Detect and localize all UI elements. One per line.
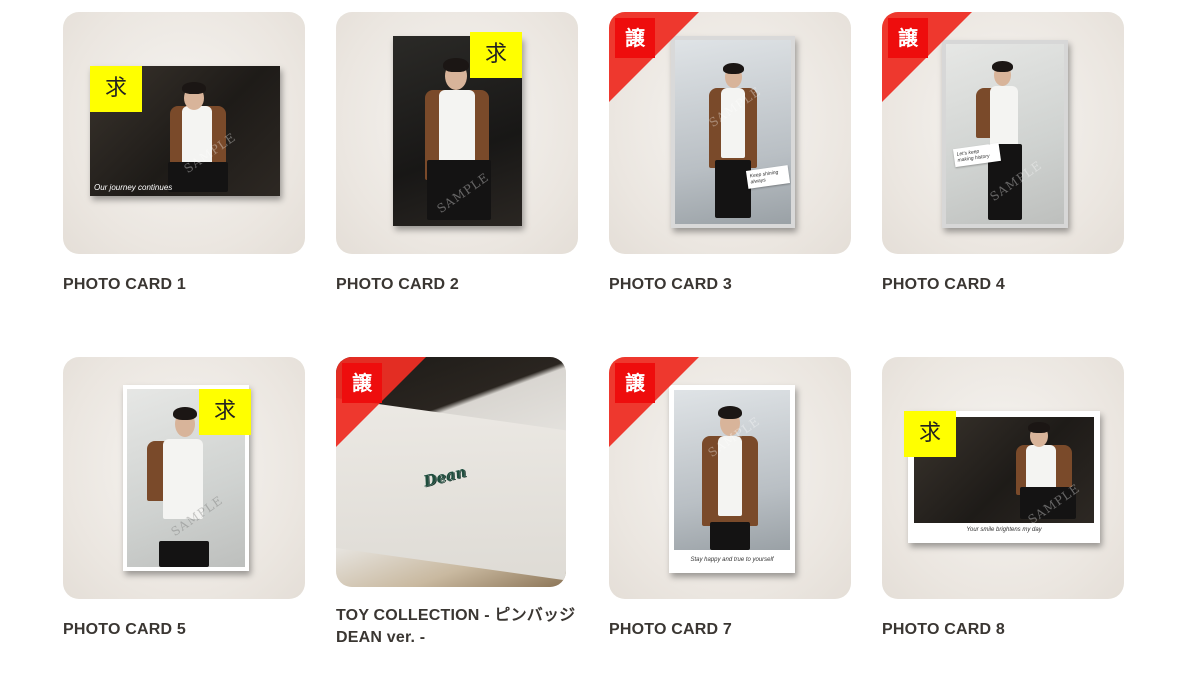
product-title[interactable]: PHOTO CARD 3 (609, 274, 851, 296)
product-title[interactable]: PHOTO CARD 5 (63, 619, 305, 641)
product-title[interactable]: PHOTO CARD 8 (882, 619, 1124, 641)
product-title[interactable]: PHOTO CARD 4 (882, 274, 1124, 296)
product-image[interactable]: SAMPLE Stay happy and true to yourself 譲 (609, 357, 851, 599)
product-title[interactable]: TOY COLLECTION - ピンバッジ DEAN ver. - (336, 605, 578, 649)
product-image[interactable]: SAMPLE 求 (336, 12, 578, 254)
product-card[interactable]: SAMPLE Stay happy and true to yourself 譲… (609, 357, 851, 641)
want-badge[interactable]: 求 (470, 32, 522, 78)
product-image[interactable]: Keep shining always SAMPLE 譲 (609, 12, 851, 254)
product-title[interactable]: PHOTO CARD 7 (609, 619, 851, 641)
want-badge[interactable]: 求 (904, 411, 956, 457)
want-badge[interactable]: 求 (90, 66, 142, 112)
product-image[interactable]: Dean 譲 (336, 357, 566, 587)
give-badge[interactable]: 譲 (615, 18, 655, 58)
card-caption: Stay happy and true to yourself (690, 557, 774, 563)
product-image[interactable]: SAMPLE Your smile brightens my day 求 (882, 357, 1124, 599)
product-card[interactable]: Dean 譲 TOY COLLECTION - ピンバッジ DEAN ver. … (336, 357, 578, 649)
product-card[interactable]: Keep shining always SAMPLE 譲 PHOTO CARD … (609, 12, 851, 296)
product-card[interactable]: SAMPLE 求 PHOTO CARD 5 (63, 357, 305, 641)
product-image[interactable]: SAMPLE Our journey continues 求 (63, 12, 305, 254)
card-caption: Your smile brightens my day (966, 527, 1042, 533)
give-badge[interactable]: 譲 (342, 363, 382, 403)
product-card[interactable]: SAMPLE Your smile brightens my day 求 PHO… (882, 357, 1124, 641)
give-badge[interactable]: 譲 (888, 18, 928, 58)
product-image[interactable]: SAMPLE 求 (63, 357, 305, 599)
product-title[interactable]: PHOTO CARD 1 (63, 274, 305, 296)
product-card[interactable]: Let's keep making history SAMPLE 譲 PHOTO… (882, 12, 1124, 296)
product-title[interactable]: PHOTO CARD 2 (336, 274, 578, 296)
product-card[interactable]: SAMPLE Our journey continues 求 PHOTO CAR… (63, 12, 305, 296)
give-badge[interactable]: 譲 (615, 363, 655, 403)
product-grid: SAMPLE Our journey continues 求 PHOTO CAR… (0, 0, 1200, 675)
product-image[interactable]: Let's keep making history SAMPLE 譲 (882, 12, 1124, 254)
want-badge[interactable]: 求 (199, 389, 251, 435)
card-caption: Our journey continues (94, 183, 173, 192)
product-card[interactable]: SAMPLE 求 PHOTO CARD 2 (336, 12, 578, 296)
